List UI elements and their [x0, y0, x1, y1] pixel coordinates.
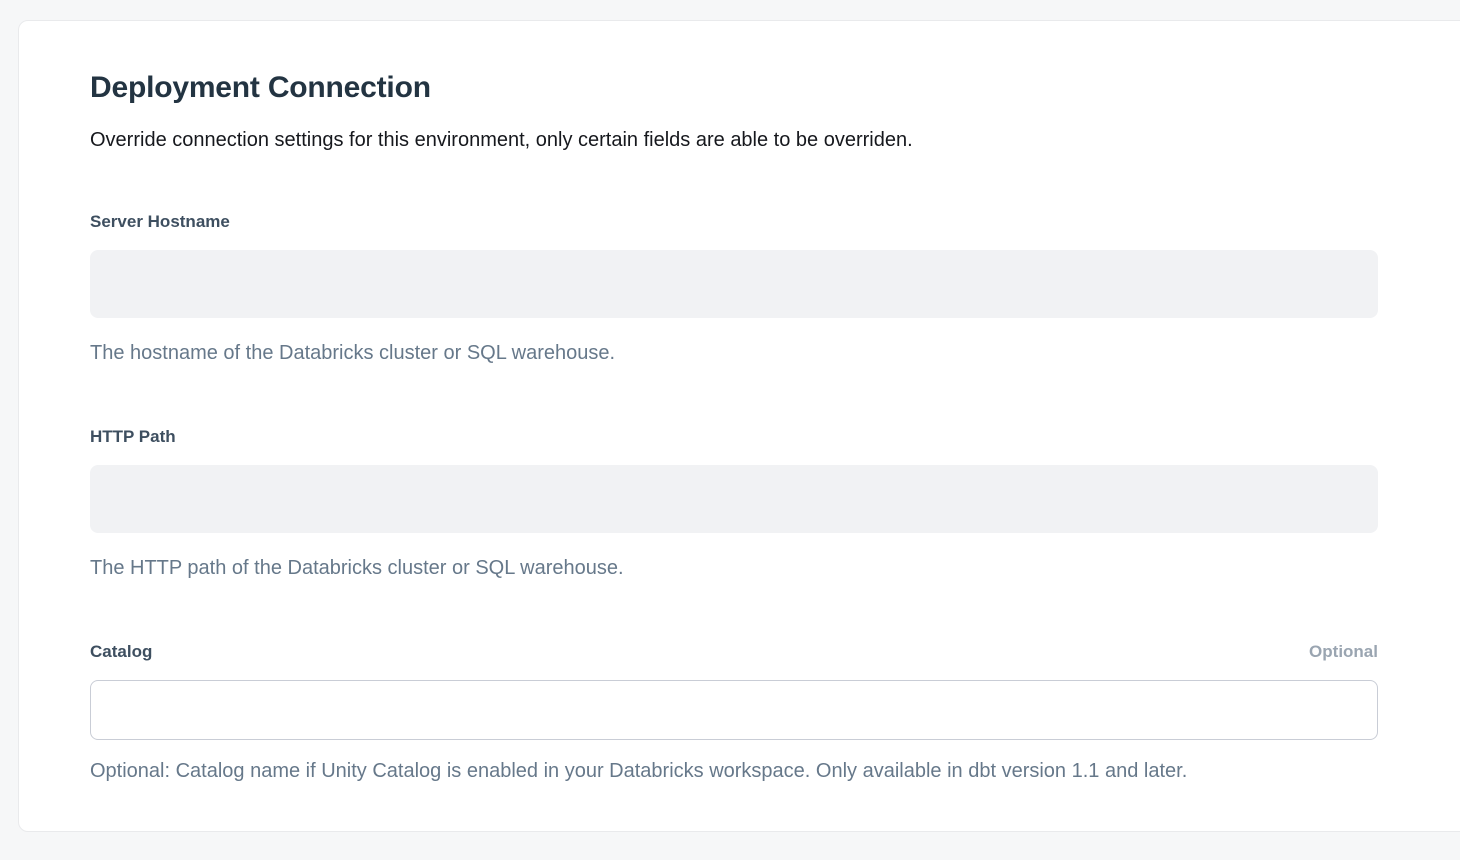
catalog-optional-badge: Optional: [1309, 641, 1378, 663]
spacer: [90, 366, 1378, 426]
field-http-path: HTTP Path The HTTP path of the Databrick…: [90, 426, 1378, 581]
http-path-helper: The HTTP path of the Databricks cluster …: [90, 555, 1378, 581]
spacer: [90, 581, 1378, 641]
field-catalog: Catalog Optional Optional: Catalog name …: [90, 641, 1378, 784]
server-hostname-helper: The hostname of the Databricks cluster o…: [90, 340, 1378, 366]
card-content: Deployment Connection Override connectio…: [19, 21, 1378, 784]
server-hostname-label: Server Hostname: [90, 211, 230, 233]
field-server-hostname: Server Hostname The hostname of the Data…: [90, 211, 1378, 366]
http-path-label: HTTP Path: [90, 426, 176, 448]
catalog-input[interactable]: [90, 680, 1378, 740]
server-hostname-input: [90, 250, 1378, 318]
deployment-connection-card: Deployment Connection Override connectio…: [18, 20, 1460, 832]
catalog-helper: Optional: Catalog name if Unity Catalog …: [90, 758, 1378, 784]
page-description: Override connection settings for this en…: [90, 127, 1378, 153]
catalog-label: Catalog: [90, 641, 152, 663]
http-path-input: [90, 465, 1378, 533]
page-title: Deployment Connection: [90, 69, 1378, 107]
